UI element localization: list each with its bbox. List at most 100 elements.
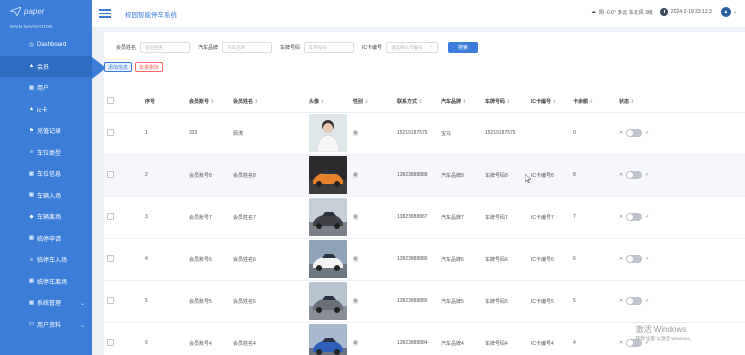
sidebar-item-label: 车辆入场: [37, 193, 62, 200]
row-checkbox[interactable]: [107, 212, 114, 220]
search-form: 会员姓名 会员姓名 汽车品牌 汽车品牌 车牌号码 车牌号码 IC卡编号 请选择I…: [104, 40, 745, 54]
column-header[interactable]: 卡余额 ⇕: [570, 91, 616, 113]
car-brand-input[interactable]: 汽车品牌: [222, 41, 273, 53]
card-balance: 0: [570, 112, 616, 155]
gender: 男: [350, 280, 394, 323]
sidebar-item[interactable]: ◎ Dashboard: [0, 34, 92, 56]
nav-icon: ▦: [28, 278, 35, 285]
column-header[interactable]: IC卡编号 ⇕: [528, 91, 570, 113]
sidebar-item[interactable]: ▦ 用户: [0, 77, 92, 99]
sidebar-item-label: 车位类型: [37, 150, 62, 157]
status-toggle[interactable]: [626, 297, 643, 305]
sidebar-item-label: 车辆离场: [37, 215, 62, 222]
brand-logo[interactable]: paper: [0, 0, 92, 22]
column-header[interactable]: 会员姓名 ⇕: [230, 91, 306, 113]
avatar-image: [309, 114, 347, 152]
table-row[interactable]: 5 会员账号5 会员姓名5 男 13823888885 汽车品牌5 车牌号码5 IC卡编号5 5…: [104, 280, 745, 323]
gender: 男: [350, 322, 394, 355]
table-row[interactable]: 2 会员账号8 会员姓名8 男 13823888888 汽车品牌8 车牌号码8 IC卡编号8 8…: [104, 154, 745, 197]
select-all-checkbox[interactable]: [107, 96, 114, 104]
row-checkbox[interactable]: [107, 128, 114, 136]
member-name: 会员姓名7: [230, 196, 306, 239]
phone: 13823888884: [394, 322, 438, 355]
plate-number: 车牌号码5: [482, 280, 528, 323]
sidebar-item[interactable]: ▦ 临停申请: [0, 228, 92, 250]
row-index: 1: [142, 112, 186, 155]
row-checkbox[interactable]: [107, 170, 114, 178]
sidebar-item[interactable]: ≡ 车位类型: [0, 142, 92, 164]
windows-activation-watermark: 激活 Windows 转到“设置”以激活 Windows。: [635, 324, 694, 342]
column-header[interactable]: 性别 ⇕: [350, 91, 394, 113]
sort-icon[interactable]: ⇕: [364, 99, 368, 105]
sidebar-item[interactable]: ⚑ 充值记录: [0, 120, 92, 142]
phone-text: 13823888884: [397, 339, 428, 346]
brand-name: paper: [24, 6, 45, 16]
avatar-image: [309, 156, 347, 194]
row-blank-cell: [126, 280, 142, 323]
column-header[interactable]: 状态 ⇕: [616, 91, 745, 113]
ic-select[interactable]: 请选择IC卡编号: [386, 41, 439, 53]
chevron-down-icon: ⌄: [79, 322, 85, 329]
sidebar-item[interactable]: ▭ 用户资料 ⌄: [0, 314, 92, 336]
column-header-label: 性别: [353, 98, 364, 105]
status-toggle[interactable]: [626, 213, 643, 221]
mouse-cursor-icon: [525, 174, 531, 183]
sort-icon[interactable]: ⇕: [589, 99, 593, 105]
bulk-delete-button[interactable]: 批量删除: [135, 62, 164, 72]
status-cell: ✕ ✓: [616, 280, 745, 323]
column-header-label: IC卡编号: [531, 98, 552, 105]
status-toggle[interactable]: [626, 255, 643, 263]
column-header[interactable]: 头像 ⇕: [306, 91, 350, 113]
card-balance: 7: [570, 196, 616, 239]
sort-icon[interactable]: ⇕: [552, 99, 556, 105]
column-header[interactable]: 会员账号 ⇕: [186, 91, 230, 113]
table-row[interactable]: 3 会员账号7 会员姓名7 男 13823888887 汽车品牌7 车牌号码7 IC卡编号7 7…: [104, 196, 745, 239]
avatar-cell: [306, 196, 350, 239]
column-header[interactable]: 联系方式 ⇕: [394, 91, 438, 113]
member-name: 会员姓名4: [230, 322, 306, 355]
sidebar-item[interactable]: ▦ 车辆入场: [0, 185, 92, 207]
sidebar-item[interactable]: ▦ 系统管理 ⌄: [0, 292, 92, 314]
avatar-image: [309, 324, 347, 355]
column-header[interactable]: 车牌号码 ⇕: [482, 91, 528, 113]
search-button[interactable]: 搜索: [448, 41, 479, 53]
status-toggle[interactable]: [626, 129, 643, 137]
menu-toggle-icon[interactable]: [99, 7, 111, 19]
sort-icon[interactable]: ⇕: [210, 99, 214, 105]
status-toggle[interactable]: [626, 171, 643, 179]
sidebar-item[interactable]: ≡ 临停车入场: [0, 249, 92, 271]
sidebar-item[interactable]: ▦ 临停车离场: [0, 271, 92, 293]
nav-icon: ▭: [28, 321, 35, 328]
sort-icon[interactable]: ⇕: [462, 99, 466, 105]
sort-icon[interactable]: ⇕: [630, 99, 634, 105]
gender: 男: [350, 154, 394, 197]
column-header-label: 汽车品牌: [441, 98, 462, 105]
chevron-down-icon[interactable]: ⌄: [733, 9, 737, 15]
sidebar-item[interactable]: ▲ ic卡: [0, 99, 92, 121]
sort-icon[interactable]: ⇕: [320, 99, 324, 105]
table-row[interactable]: 1333顾涛男15219187575宝马152191875750✕✓查看修改删除: [104, 112, 745, 155]
sort-icon[interactable]: ⇕: [254, 99, 258, 105]
user-avatar-icon[interactable]: ▲: [720, 7, 731, 17]
phone: 15219187575: [394, 112, 438, 155]
weather-text: 阴 -0.6° 多云 东北风 3级: [598, 9, 653, 16]
sort-icon[interactable]: ⇕: [506, 99, 510, 105]
ic-label: IC卡编号: [362, 44, 383, 51]
sidebar-item[interactable]: ◆ 车辆离场: [0, 206, 92, 228]
sort-icon[interactable]: ⇕: [418, 99, 422, 105]
add-button[interactable]: 添加信息: [104, 62, 133, 72]
row-checkbox[interactable]: [107, 338, 114, 346]
plate-input[interactable]: 车牌号码: [304, 41, 355, 53]
sidebar-item[interactable]: ▦ 车位信息: [0, 163, 92, 185]
phone-text: 13823888886: [397, 255, 428, 262]
row-checkbox[interactable]: [107, 254, 114, 262]
sidebar-item[interactable]: ▲ 会员: [0, 55, 92, 77]
sidebar-item-label: ic卡: [37, 107, 48, 114]
member-name-input[interactable]: 会员姓名: [140, 41, 191, 53]
status-cell: ✕ ✓: [616, 112, 745, 155]
sidebar-item-label: 会员: [37, 64, 50, 71]
main-content: 会员姓名 会员姓名 汽车品牌 汽车品牌 车牌号码 车牌号码 IC卡编号 请选择I…: [104, 32, 745, 355]
column-header[interactable]: 汽车品牌 ⇕: [438, 91, 482, 113]
row-checkbox[interactable]: [107, 296, 114, 304]
table-row[interactable]: 4 会员账号6 会员姓名6 男 13823888886 汽车品牌6 车牌号码6 IC卡编号6 6…: [104, 238, 745, 281]
